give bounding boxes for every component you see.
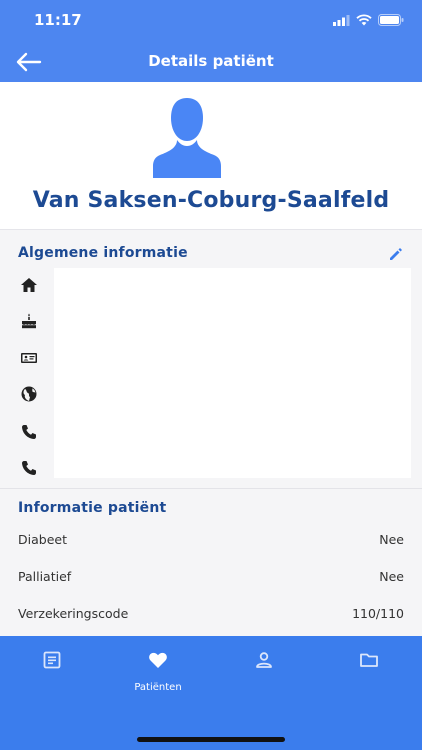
avatar-icon [153, 98, 221, 178]
general-info-panel [54, 268, 411, 478]
app-header: 11:17 Details patiënt [0, 0, 422, 82]
signal-icon [333, 14, 350, 26]
info-value: 110/110 [352, 606, 404, 621]
patient-name: Van Saksen-Coburg-Saalfeld [32, 188, 390, 213]
tab-bar: Patiënten [0, 636, 422, 750]
tab-folder[interactable] [339, 650, 399, 700]
info-label: Palliatief [18, 569, 72, 584]
tab-label: Patiënten [134, 682, 182, 693]
status-time: 11:17 [34, 11, 82, 29]
nav-bar: Details patiënt [0, 40, 422, 82]
info-label: Verzekeringscode [18, 606, 129, 621]
document-icon [43, 651, 61, 669]
folder-icon [360, 653, 378, 667]
id-card-icon [21, 353, 37, 363]
globe-icon [21, 386, 37, 402]
phone-icon [22, 425, 36, 439]
status-bar: 11:17 [0, 0, 422, 40]
page-title: Details patiënt [148, 52, 274, 70]
section-title-patient-info: Informatie patiënt [18, 500, 167, 516]
section-divider [0, 488, 422, 489]
patient-profile: Van Saksen-Coburg-Saalfeld [0, 82, 422, 230]
phone-icon [22, 461, 36, 475]
battery-icon [378, 14, 404, 26]
tab-profile[interactable] [234, 650, 294, 700]
cake-icon [22, 313, 36, 329]
info-label: Diabeet [18, 532, 67, 547]
status-icons [333, 14, 404, 26]
section-title-general: Algemene informatie [18, 245, 188, 261]
person-icon [256, 652, 272, 668]
wifi-icon [356, 14, 372, 26]
edit-pencil-icon[interactable] [388, 246, 404, 262]
home-icon [21, 278, 37, 292]
info-value: Nee [379, 532, 404, 547]
info-row-insurance-code: Verzekeringscode 110/110 [18, 606, 404, 626]
home-indicator [137, 737, 285, 742]
tab-documents[interactable] [22, 650, 82, 700]
heart-icon [149, 652, 167, 668]
info-row-diabetes: Diabeet Nee [18, 532, 404, 552]
info-value: Nee [379, 569, 404, 584]
tab-patients[interactable]: Patiënten [128, 650, 188, 700]
info-row-palliative: Palliatief Nee [18, 569, 404, 589]
